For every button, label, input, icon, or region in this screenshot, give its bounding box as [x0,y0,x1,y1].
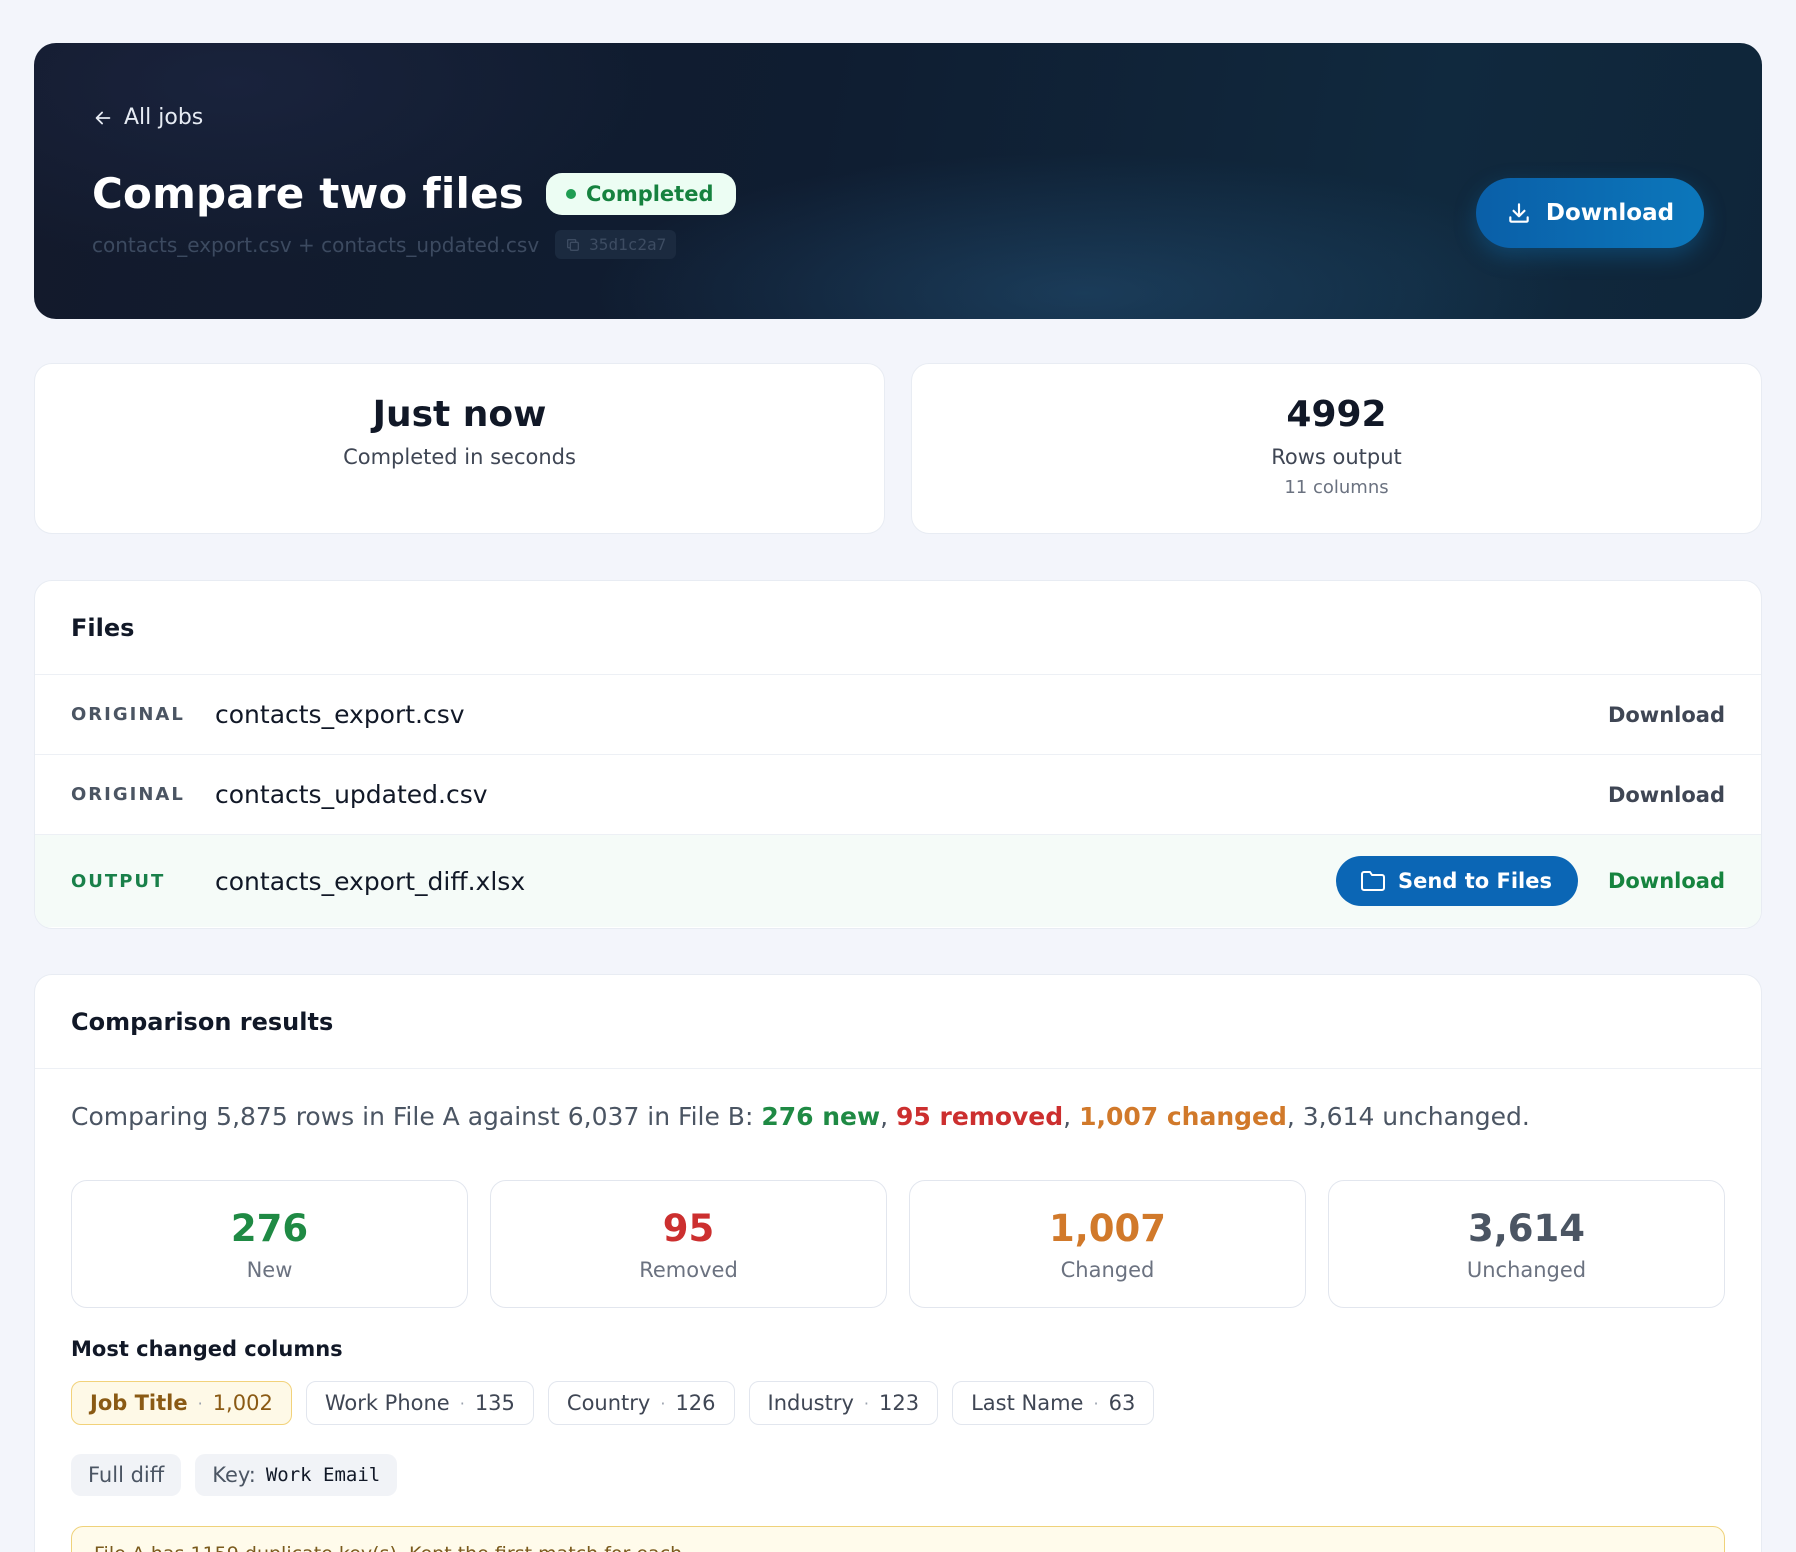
tile-changed: 1,007 Changed [909,1180,1306,1308]
download-icon [1509,203,1529,223]
file-row: ORIGINAL contacts_updated.csv Download [35,755,1761,835]
tile-value: 276 [230,1207,309,1250]
copy-icon [567,238,580,251]
files-card: Files ORIGINAL contacts_export.csv Downl… [34,580,1762,929]
input-files-summary: contacts_export.csv + contacts_updated.c… [92,232,540,257]
file-download-link[interactable]: Download [1608,783,1725,807]
stat-label: Completed in seconds [343,445,576,469]
summary-new: 276 new [761,1102,881,1131]
tile-label: Changed [1060,1258,1155,1282]
summary-unchanged: 3,614 unchanged. [1302,1102,1530,1131]
send-to-files-button[interactable]: Send to Files [1336,856,1578,906]
column-chip[interactable]: Last Name · 63 [952,1381,1155,1425]
file-download-link[interactable]: Download [1608,869,1725,893]
result-tiles: 276 New 95 Removed 1,007 Changed 3,614 U… [71,1180,1725,1308]
tile-unchanged: 3,614 Unchanged [1328,1180,1725,1308]
tile-label: Unchanged [1466,1258,1587,1282]
stat-value: 4992 [1286,394,1387,435]
tile-label: New [246,1258,293,1282]
column-name: Industry [767,1391,854,1415]
column-count: 135 [474,1391,515,1415]
most-changed-title: Most changed columns [71,1337,343,1361]
summary-removed: 95 removed [896,1102,1064,1131]
summary-prefix: Comparing 5,875 rows in File A against 6… [71,1102,762,1131]
job-id-copy[interactable]: 35d1c2a7 [555,230,677,259]
file-name: contacts_export_diff.xlsx [215,866,526,896]
stat-sublabel: 11 columns [1284,477,1389,498]
column-name: Last Name [971,1391,1084,1415]
arrow-left-icon [95,111,111,124]
column-chip[interactable]: Industry · 123 [748,1381,939,1425]
key-value: Work Email [265,1464,381,1486]
column-chip[interactable]: Work Phone · 135 [305,1381,534,1425]
job-id: 35d1c2a7 [589,235,667,254]
files-title: Files [35,581,1761,675]
file-row: ORIGINAL contacts_export.csv Download [35,675,1761,755]
summary-changed: 1,007 changed [1079,1102,1287,1131]
tile-value: 1,007 [1048,1207,1167,1250]
file-name: contacts_export.csv [215,700,465,729]
folder-icon [1361,871,1386,891]
separator-dot: · [1093,1393,1099,1413]
status-badge: Completed [545,172,736,215]
column-name: Work Phone [324,1391,450,1415]
column-name: Job Title [90,1391,188,1415]
column-chip[interactable]: Job Title · 1,002 [71,1381,292,1425]
job-header: All jobs Compare two files Completed con… [34,43,1762,319]
diff-mode-label: Full diff [88,1463,165,1487]
comparison-card: Comparison results Comparing 5,875 rows … [34,974,1762,1552]
file-download-link[interactable]: Download [1608,703,1725,727]
file-type-label: ORIGINAL [71,784,185,805]
stat-card-rows: 4992 Rows output 11 columns [911,363,1762,534]
column-count: 63 [1108,1391,1136,1415]
tile-new: 276 New [71,1180,468,1308]
separator-dot: · [197,1393,203,1413]
column-count: 1,002 [212,1391,273,1415]
stat-value: Just now [372,394,547,435]
back-link-label: All jobs [124,105,204,130]
stat-label: Rows output [1271,445,1402,469]
column-count: 123 [879,1391,920,1415]
status-dot-icon [565,188,576,199]
diff-mode-pill: Full diff [71,1454,182,1496]
key-pill: Key: Work Email [195,1454,398,1496]
page-title: Compare two files [92,169,524,218]
file-type-label: OUTPUT [71,870,166,892]
tile-value: 3,614 [1467,1207,1586,1250]
duplicate-warning: File A has 1159 duplicate key(s). Kept t… [71,1526,1725,1552]
file-row-output: OUTPUT contacts_export_diff.xlsx Send to… [35,835,1761,927]
tile-removed: 95 Removed [490,1180,887,1308]
column-chips: Job Title · 1,002 Work Phone · 135 Country · 1… [71,1381,1155,1425]
separator-dot: · [660,1393,666,1413]
tile-label: Removed [639,1258,738,1282]
back-link[interactable]: All jobs [92,105,203,130]
diff-settings: Full diff Key: Work Email [71,1454,398,1496]
comparison-summary: Comparing 5,875 rows in File A against 6… [71,1102,1530,1131]
tile-value: 95 [662,1207,715,1250]
send-to-files-label: Send to Files [1398,869,1552,893]
column-name: Country [566,1391,651,1415]
download-button[interactable]: Download [1476,178,1704,248]
status-label: Completed [585,181,714,206]
file-type-label: ORIGINAL [71,704,185,725]
stat-card-completed: Just now Completed in seconds [34,363,885,534]
separator-dot: · [863,1393,870,1413]
key-label: Key: [212,1463,256,1487]
separator-dot: · [459,1393,465,1413]
comparison-title: Comparison results [35,975,1761,1069]
column-count: 126 [675,1391,716,1415]
column-chip[interactable]: Country · 126 [547,1381,735,1425]
file-name: contacts_updated.csv [215,780,488,809]
download-button-label: Download [1545,200,1675,226]
